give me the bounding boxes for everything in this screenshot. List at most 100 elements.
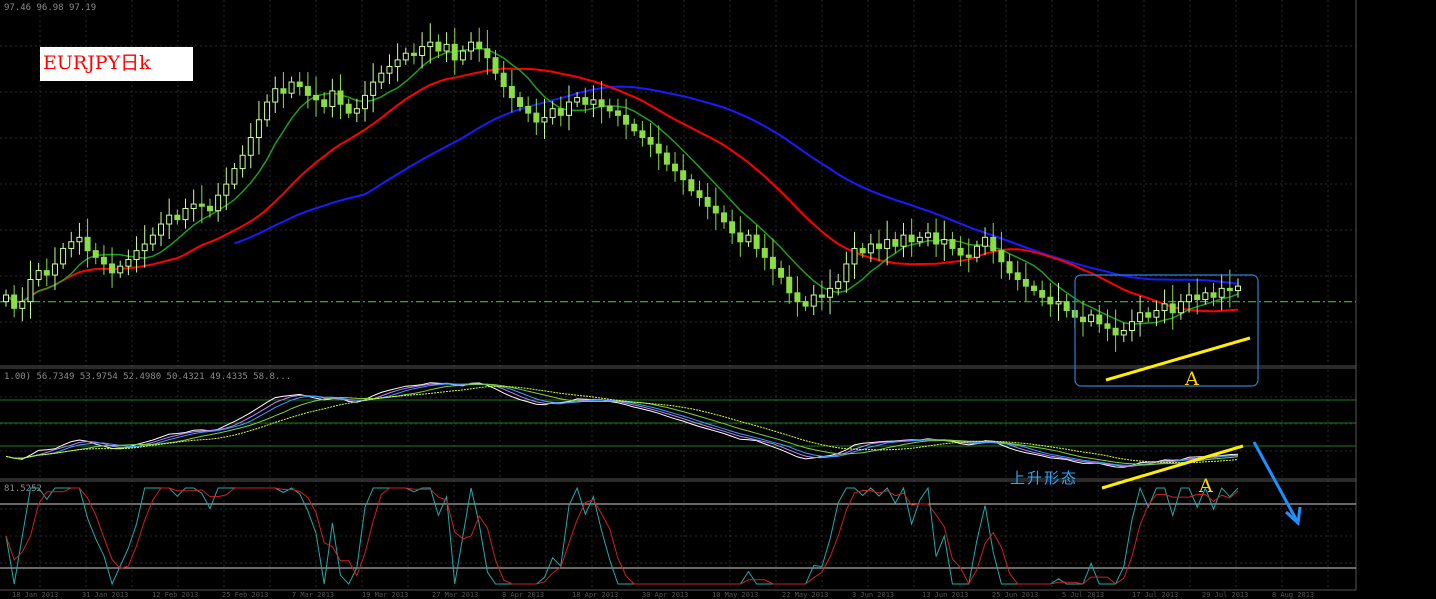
bear-candle [43,270,50,276]
bull-candle [1186,294,1193,303]
bear-candle [1031,285,1038,292]
bear-candle [786,276,793,294]
ma-red-line [5,67,1239,313]
bull-candle [835,281,842,289]
label-a-top: A [1185,368,1199,390]
bear-candle [1022,278,1029,287]
bull-candle [3,294,9,303]
bull-candle [386,66,393,74]
bull-candle [1055,301,1062,305]
bear-candle [1096,314,1103,325]
bear-candle [688,179,695,192]
bull-candle [827,287,834,298]
bear-candle [304,86,311,96]
bull-candle [867,243,874,254]
x-axis-label: 18 Apr 2013 [572,591,619,599]
bear-candle [582,97,589,105]
x-axis-labels: 18 Jan 2013 31 Jan 2013 12 Feb 2013 25 Feb … [0,591,1356,599]
price-panel [0,23,1356,352]
trend-line-upper [1105,336,1251,382]
chart-canvas [0,0,1357,591]
bear-candle [337,90,344,105]
x-axis-label: 29 Jul 2013 [1202,591,1249,599]
panel-separators [0,0,1357,591]
bear-candle [1006,261,1013,274]
bull-candle [884,239,891,249]
bear-candle [451,43,458,61]
bull-candle [353,108,360,114]
bull-candle [1177,301,1184,314]
bear-candle [631,123,638,132]
bull-candle [574,97,581,103]
bear-candle [769,256,776,269]
bear-candle [1226,287,1233,292]
bear-candle [998,250,1005,263]
bull-candle [565,101,572,116]
bear-candle [1104,323,1111,329]
bull-candle [394,59,401,68]
bull-candle [900,234,907,247]
bear-candle [753,234,760,249]
bull-candle [1088,314,1095,323]
x-axis-label: 31 Jan 2013 [82,591,129,599]
bull-candle [255,119,262,139]
bull-candle [166,214,173,225]
x-axis-label: 25 Feb 2013 [222,591,269,599]
bear-candle [84,236,91,252]
x-axis-label: 8 Aug 2013 [1272,591,1315,599]
bear-candle [1112,327,1119,336]
bull-candle [35,270,42,280]
bull-candle [1218,287,1225,298]
bull-candle [215,194,222,212]
bull-candle [247,137,254,156]
bear-candle [109,263,116,274]
bull-candle [27,278,34,303]
bull-candle [916,236,923,243]
bear-candle [720,212,727,223]
bull-candle [329,90,336,107]
bear-candle [296,81,303,88]
oscillator-panel-2 [0,486,1356,586]
x-axis-label: 25 Jun 2013 [992,591,1039,599]
x-axis-label: 3 Jun 2013 [852,591,895,599]
bear-candle [410,52,417,56]
osc1-line-2 [5,382,1239,467]
bear-candle [761,247,768,258]
bear-candle [174,214,181,221]
bull-candle [117,265,124,274]
bear-candle [614,110,621,116]
bull-candle [361,94,368,110]
bear-candle [663,152,670,165]
bull-candle [843,263,850,283]
bear-candle [778,267,785,278]
bull-candle [264,101,271,121]
bull-candle [288,81,295,94]
bear-candle [876,243,883,249]
bull-candle [76,236,83,243]
bull-candle [1235,285,1241,292]
bull-candle [141,243,148,252]
bear-candle [100,256,107,265]
x-axis-label: 10 May 2013 [712,591,759,599]
bull-candle [1202,292,1209,300]
bull-candle [223,183,230,196]
bull-candle [982,236,989,247]
bear-candle [557,108,564,116]
bull-candle [190,203,197,210]
label-a-bottom: A [1199,475,1213,497]
bear-candle [680,170,687,181]
bull-candle [133,250,140,261]
bull-candle [973,245,980,258]
bull-candle [924,232,931,238]
bull-candle [239,154,246,170]
bull-candle [378,72,385,83]
bear-candle [737,232,744,243]
bear-candle [476,41,483,50]
bull-candle [851,247,858,265]
bull-candle [125,259,132,267]
bull-candle [590,99,597,105]
price-readout: 97.46 96.98 97.19 [4,3,97,13]
bear-candle [818,294,825,298]
bull-candle [745,234,752,243]
osc1-line-3 [5,383,1239,466]
